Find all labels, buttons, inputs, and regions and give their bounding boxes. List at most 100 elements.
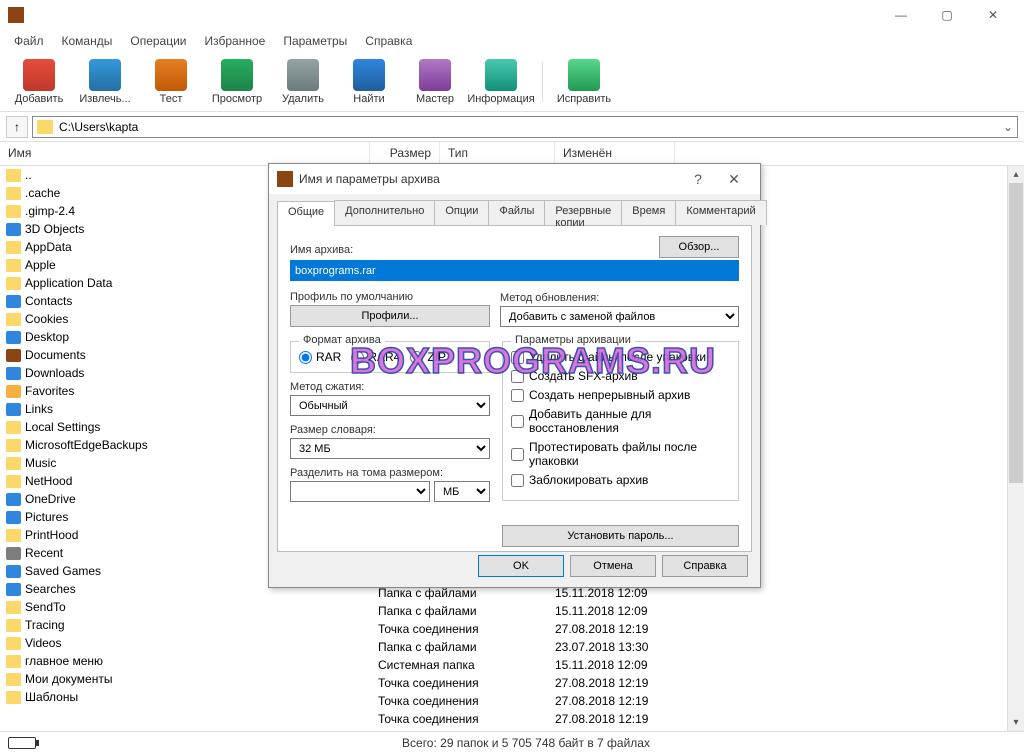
file-date: 27.08.2018 12:19: [555, 694, 675, 708]
scroll-thumb[interactable]: [1009, 183, 1023, 483]
app-icon: [8, 7, 24, 23]
chevron-down-icon[interactable]: ⌄: [1003, 120, 1013, 134]
col-size[interactable]: Размер: [370, 142, 440, 165]
radio-RAR4[interactable]: RAR4: [351, 350, 400, 364]
scroll-down-icon[interactable]: ▾: [1008, 714, 1024, 731]
tab-Опции[interactable]: Опции: [434, 200, 489, 225]
col-modified[interactable]: Изменён: [555, 142, 675, 165]
address-combo[interactable]: C:\Users\kapta ⌄: [32, 116, 1018, 138]
dialog-titlebar: Имя и параметры архива ? ✕: [269, 164, 760, 194]
file-name: Local Settings: [25, 420, 100, 434]
tool-Удалить[interactable]: Удалить: [274, 59, 332, 105]
tab-Дополнительно[interactable]: Дополнительно: [334, 200, 435, 225]
checkbox-input[interactable]: [511, 351, 524, 364]
menu-Справка[interactable]: Справка: [357, 32, 420, 50]
menu-Параметры[interactable]: Параметры: [275, 32, 355, 50]
tab-Резервные копии[interactable]: Резервные копии: [544, 200, 622, 225]
tool-Найти[interactable]: Найти: [340, 59, 398, 105]
scrollbar[interactable]: ▴ ▾: [1007, 166, 1024, 731]
file-name: Downloads: [25, 366, 84, 380]
radio-label: RAR4: [368, 350, 400, 364]
col-type[interactable]: Тип: [440, 142, 555, 165]
file-date: 15.11.2018 12:09: [555, 658, 675, 672]
checkbox-input[interactable]: [511, 415, 524, 428]
profiles-button[interactable]: Профили...: [290, 305, 490, 327]
archive-name-input[interactable]: [290, 260, 739, 281]
radio-input[interactable]: [299, 351, 312, 364]
radio-RAR[interactable]: RAR: [299, 350, 341, 364]
file-icon: [6, 241, 21, 254]
tool-Просмотр[interactable]: Просмотр: [208, 59, 266, 105]
file-name: .gimp-2.4: [25, 204, 75, 218]
dialog-footer: OK Отмена Справка: [478, 555, 748, 577]
tab-Файлы[interactable]: Файлы: [488, 200, 545, 225]
file-name: OneDrive: [25, 492, 76, 506]
menu-Файл[interactable]: Файл: [6, 32, 52, 50]
file-row[interactable]: Системная папка15.11.2018 12:09: [0, 656, 1024, 674]
checkbox-Создать непрерывный архив[interactable]: Создать непрерывный архив: [511, 388, 730, 402]
tool-icon: [353, 59, 385, 91]
checkbox-input[interactable]: [511, 389, 524, 402]
checkbox-input[interactable]: [511, 448, 524, 461]
checkbox-Добавить данные для восстановления[interactable]: Добавить данные для восстановления: [511, 407, 730, 435]
radio-input[interactable]: [410, 351, 423, 364]
password-button[interactable]: Установить пароль...: [502, 525, 739, 547]
tab-Общие[interactable]: Общие: [277, 201, 335, 226]
file-type: Точка соединения: [370, 694, 555, 708]
tool-Мастер[interactable]: Мастер: [406, 59, 464, 105]
battery-icon: [8, 737, 36, 749]
tool-Информация[interactable]: Информация: [472, 59, 530, 105]
radio-input[interactable]: [351, 351, 364, 364]
checkbox-Заблокировать архив[interactable]: Заблокировать архив: [511, 473, 730, 487]
col-name[interactable]: Имя: [0, 142, 370, 165]
dialog-close-button[interactable]: ✕: [716, 165, 752, 193]
file-row[interactable]: Папка с файлами23.07.2018 13:30: [0, 638, 1024, 656]
menu-Операции[interactable]: Операции: [122, 32, 194, 50]
dict-select[interactable]: 32 МБ: [290, 438, 490, 459]
checkbox-Протестировать файлы после упаковки[interactable]: Протестировать файлы после упаковки: [511, 440, 730, 468]
checkbox-Удалить файлы после упаковки[interactable]: Удалить файлы после упаковки: [511, 350, 730, 364]
radio-ZIP[interactable]: ZIP: [410, 350, 446, 364]
split-size-select[interactable]: [290, 481, 430, 502]
file-row[interactable]: Точка соединения27.08.2018 12:19: [0, 674, 1024, 692]
menu-Избранное[interactable]: Избранное: [197, 32, 274, 50]
tab-Комментарий[interactable]: Комментарий: [675, 200, 766, 225]
dialog-help-button[interactable]: ?: [680, 165, 716, 193]
file-name: Pictures: [25, 510, 68, 524]
tool-Добавить[interactable]: Добавить: [10, 59, 68, 105]
maximize-button[interactable]: ▢: [924, 0, 970, 30]
split-unit-select[interactable]: МБ: [434, 481, 490, 502]
dialog-tabs: ОбщиеДополнительноОпцииФайлыРезервные ко…: [277, 200, 752, 226]
scroll-up-icon[interactable]: ▴: [1008, 166, 1024, 183]
help-button[interactable]: Справка: [662, 555, 748, 577]
tool-icon: [155, 59, 187, 91]
checkbox-Создать SFX-архив[interactable]: Создать SFX-архив: [511, 369, 730, 383]
ok-button[interactable]: OK: [478, 555, 564, 577]
file-row[interactable]: Точка соединения27.08.2018 12:19: [0, 620, 1024, 638]
close-button[interactable]: ✕: [970, 0, 1016, 30]
file-icon: [6, 457, 21, 470]
cancel-button[interactable]: Отмена: [570, 555, 656, 577]
tab-Время[interactable]: Время: [621, 200, 676, 225]
up-button[interactable]: ↑: [6, 116, 28, 138]
update-method-select[interactable]: Добавить с заменой файлов: [500, 306, 739, 327]
menu-Команды[interactable]: Команды: [54, 32, 121, 50]
tool-Извлечь...[interactable]: Извлечь...: [76, 59, 134, 105]
file-name: PrintHood: [25, 528, 78, 542]
checkbox-label: Удалить файлы после упаковки: [529, 350, 706, 364]
tool-Тест[interactable]: Тест: [142, 59, 200, 105]
file-icon: [6, 187, 21, 200]
file-name: Links: [25, 402, 53, 416]
file-row[interactable]: Точка соединения27.08.2018 12:19: [0, 710, 1024, 728]
checkbox-input[interactable]: [511, 474, 524, 487]
window-titlebar: — ▢ ✕: [0, 0, 1024, 30]
checkbox-input[interactable]: [511, 370, 524, 383]
file-row[interactable]: Папка с файлами15.11.2018 12:09: [0, 602, 1024, 620]
checkbox-label: Заблокировать архив: [529, 473, 648, 487]
tool-Исправить[interactable]: Исправить: [555, 59, 613, 105]
browse-button[interactable]: Обзор...: [659, 236, 739, 258]
minimize-button[interactable]: —: [878, 0, 924, 30]
compress-select[interactable]: Обычный: [290, 395, 490, 416]
file-name: 3D Objects: [25, 222, 84, 236]
file-row[interactable]: Точка соединения27.08.2018 12:19: [0, 692, 1024, 710]
